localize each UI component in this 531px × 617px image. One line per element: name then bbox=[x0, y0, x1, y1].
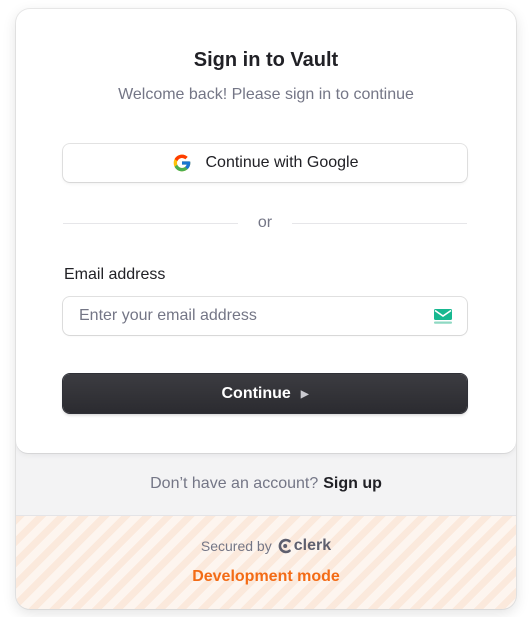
play-icon: ▶ bbox=[300, 388, 309, 400]
development-mode-label: Development mode bbox=[192, 568, 340, 585]
continue-label: Continue bbox=[221, 384, 291, 402]
sign-in-card: Sign in to Vault Welcome back! Please si… bbox=[16, 9, 516, 609]
signup-prompt-row: Don’t have an account? Sign up bbox=[16, 475, 516, 493]
signup-link[interactable]: Sign up bbox=[323, 475, 382, 492]
continue-button[interactable]: Continue ▶ bbox=[63, 374, 467, 413]
page-title: Sign in to Vault bbox=[193, 49, 339, 71]
mail-icon[interactable] bbox=[433, 308, 453, 325]
sign-in-main: Sign in to Vault Welcome back! Please si… bbox=[16, 9, 516, 453]
divider-line-left bbox=[63, 223, 238, 224]
signup-prompt: Don’t have an account? bbox=[150, 475, 319, 492]
clerk-logo[interactable]: clerk bbox=[278, 537, 331, 555]
secured-by-text: Secured by bbox=[200, 538, 272, 554]
google-sign-in-button[interactable]: Continue with Google bbox=[63, 144, 467, 182]
dev-mode-banner bbox=[16, 516, 516, 609]
page-subtitle: Welcome back! Please sign in to continue bbox=[118, 86, 414, 103]
google-icon bbox=[173, 154, 190, 172]
clerk-logo-icon bbox=[278, 538, 291, 554]
google-sign-in-label: Continue with Google bbox=[205, 154, 359, 171]
clerk-wordmark: clerk bbox=[293, 537, 332, 554]
secured-by-row: Secured by clerk bbox=[16, 537, 516, 555]
divider-text: or bbox=[257, 214, 273, 231]
email-field[interactable] bbox=[63, 297, 467, 335]
email-label: Email address bbox=[64, 266, 166, 283]
divider-line-right bbox=[292, 223, 467, 224]
